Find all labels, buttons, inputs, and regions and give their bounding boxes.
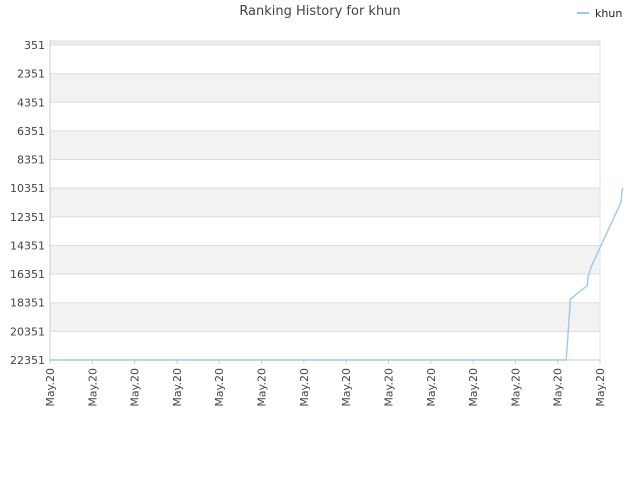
grid-band xyxy=(50,45,600,74)
x-tick-label: May.20 xyxy=(467,368,480,407)
x-tick-label: May.20 xyxy=(509,368,522,407)
x-tick-label: May.20 xyxy=(129,368,142,407)
x-tick-label: May.20 xyxy=(86,368,99,407)
grid-band xyxy=(50,40,600,45)
y-tick-label: 4351 xyxy=(17,96,45,109)
y-tick-label: 8351 xyxy=(17,154,45,167)
x-tick-label: May.20 xyxy=(256,368,269,407)
x-tick-label: May.20 xyxy=(340,368,353,407)
grid-band xyxy=(50,274,600,303)
y-tick-label: 18351 xyxy=(10,297,45,310)
y-tick-label: 10351 xyxy=(10,182,45,195)
legend-swatch xyxy=(577,12,589,14)
y-tick-label: 14351 xyxy=(10,239,45,252)
legend-label: khun xyxy=(595,6,623,20)
y-tick-label: 22351 xyxy=(10,354,45,367)
plot-area: 351 2351 4351 6351 8351 10351 12351 14351 16351 1… xyxy=(10,39,624,407)
y-tick-label: 2351 xyxy=(17,68,45,81)
x-tick-label: May.20 xyxy=(552,368,565,407)
grid-band xyxy=(50,302,600,332)
y-tick-label: 12351 xyxy=(10,211,45,224)
x-tick-label: May.20 xyxy=(171,368,184,407)
chart-title: Ranking History for khun xyxy=(239,4,401,19)
x-tick-label: May.20 xyxy=(298,368,311,407)
grid-band xyxy=(50,130,600,160)
grid-band xyxy=(50,102,600,131)
x-tick-label: May.20 xyxy=(44,368,57,407)
grid-band xyxy=(50,73,600,103)
legend[interactable]: khun xyxy=(577,6,622,20)
grid-band xyxy=(50,159,600,189)
x-tick-label: May.20 xyxy=(594,368,607,407)
y-tick-label: 351 xyxy=(24,39,45,52)
grid-band xyxy=(50,245,600,275)
y-tick-label: 16351 xyxy=(10,268,45,281)
x-tick-label: May.20 xyxy=(213,368,226,407)
grid-band xyxy=(50,188,600,217)
y-tick-label: 20351 xyxy=(10,325,45,338)
x-tick-label: May.20 xyxy=(382,368,395,407)
chart: Ranking History for khun khun 351 2351 435… xyxy=(0,0,640,480)
y-tick-label: 6351 xyxy=(17,125,45,138)
grid-band xyxy=(50,331,600,360)
x-tick-label: May.20 xyxy=(425,368,438,407)
grid-band xyxy=(50,216,600,246)
